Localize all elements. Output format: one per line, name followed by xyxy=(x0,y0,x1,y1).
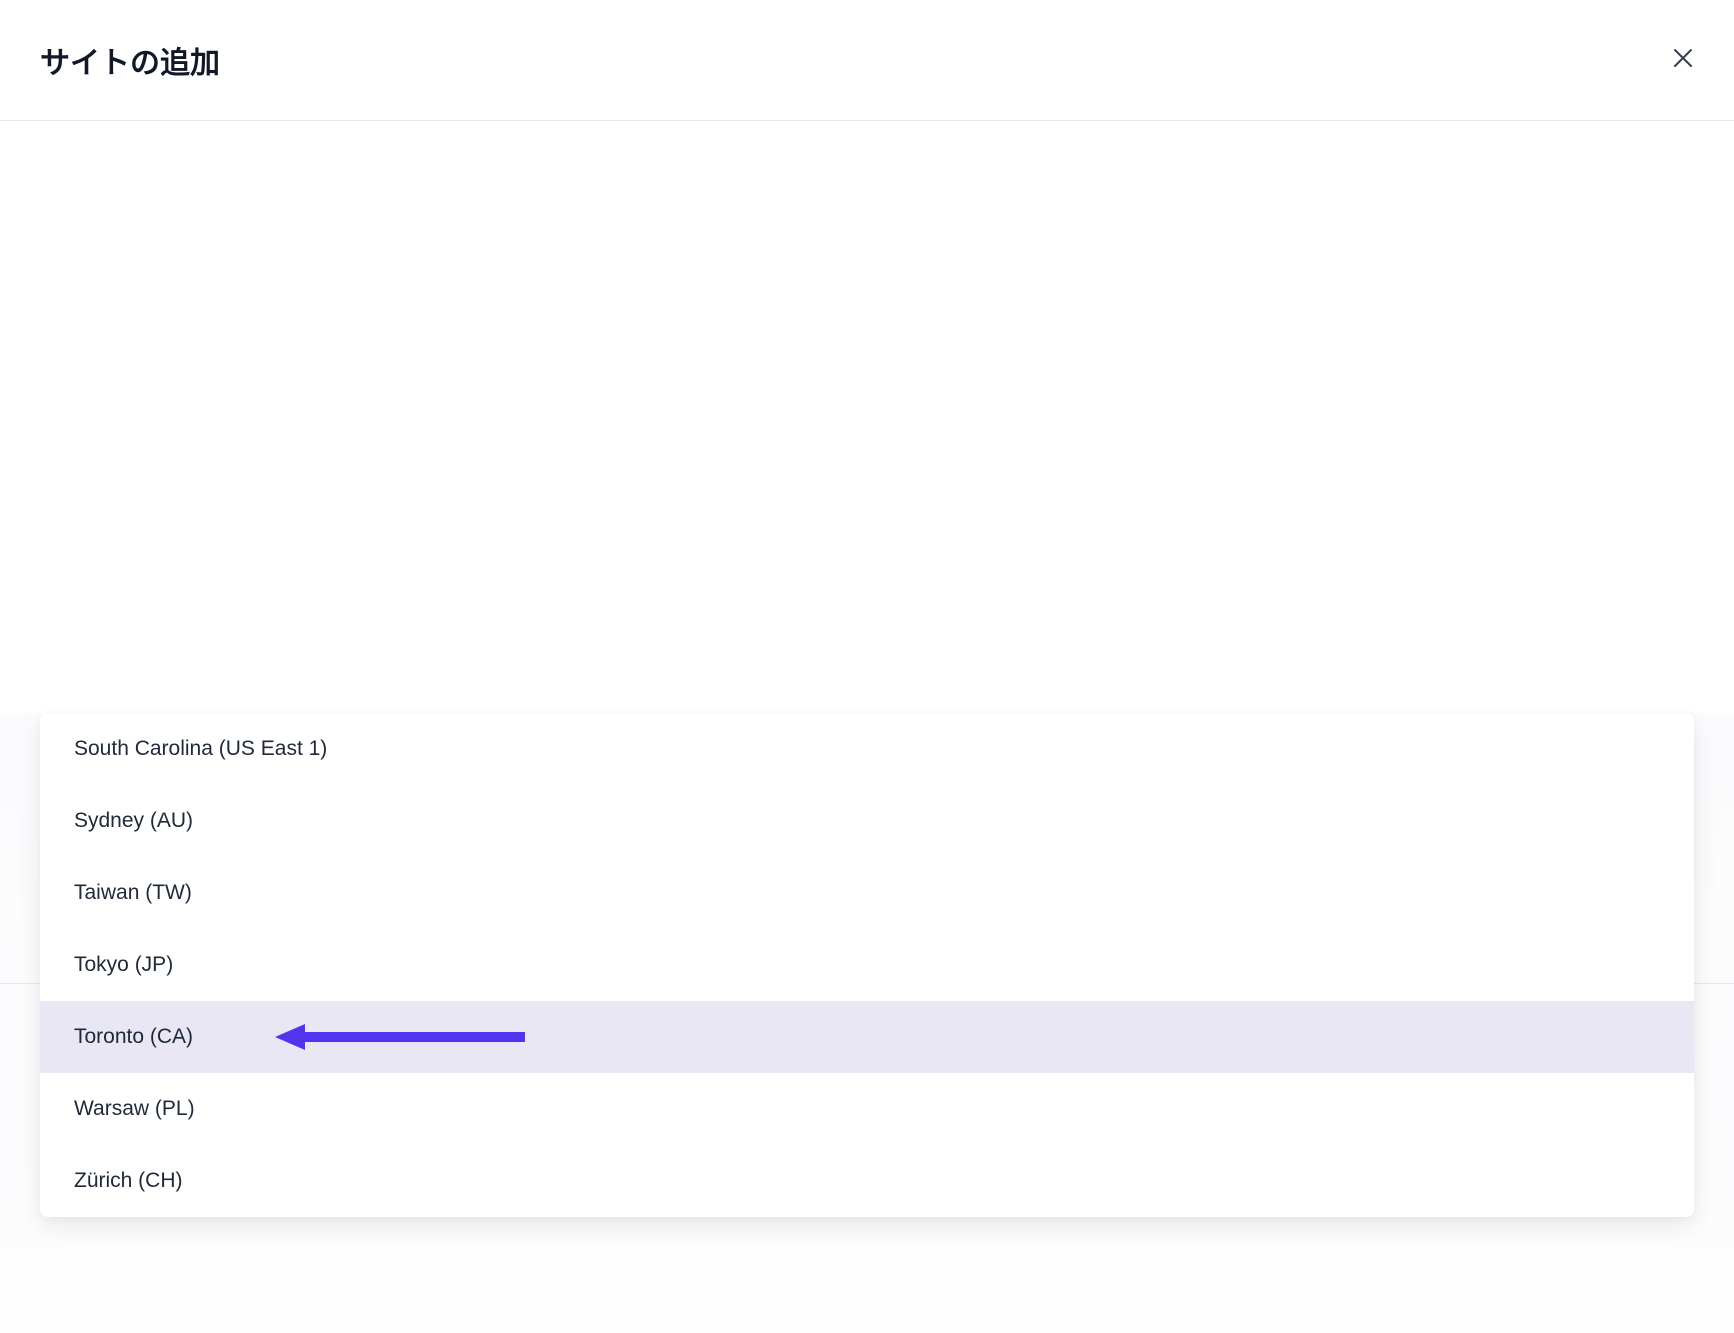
dropdown-option-label: South Carolina (US East 1) xyxy=(74,737,327,760)
dropdown-option[interactable]: Warsaw (PL) xyxy=(40,1073,1694,1145)
dropdown-option[interactable]: Taiwan (TW) xyxy=(40,857,1694,929)
page-title: サイトの追加 xyxy=(40,38,220,82)
dropdown-option-label: Zürich (CH) xyxy=(74,1169,183,1192)
dropdown-option-label: Toronto (CA) xyxy=(74,1025,193,1048)
dropdown-option-label: Sydney (AU) xyxy=(74,809,193,832)
dropdown-option-label: Warsaw (PL) xyxy=(74,1097,195,1120)
modal-header: サイトの追加 xyxy=(0,0,1734,121)
dropdown-option[interactable]: Zürich (CH) xyxy=(40,1145,1694,1217)
modal-body: South Carolina (US East 1) Sydney (AU) Tai… xyxy=(0,713,1734,1333)
dropdown-option-label: Tokyo (JP) xyxy=(74,953,173,976)
dropdown-option-label: Taiwan (TW) xyxy=(74,881,192,904)
dropdown-option[interactable]: Tokyo (JP) xyxy=(40,929,1694,1001)
arrow-left-icon xyxy=(275,1022,525,1052)
dropdown-option[interactable]: Sydney (AU) xyxy=(40,785,1694,857)
dropdown-option[interactable]: South Carolina (US East 1) xyxy=(40,713,1694,785)
dropdown-option[interactable]: Toronto (CA) xyxy=(40,1001,1694,1073)
close-icon[interactable] xyxy=(1672,47,1694,73)
datacenter-dropdown-list: South Carolina (US East 1) Sydney (AU) Tai… xyxy=(40,713,1694,1217)
